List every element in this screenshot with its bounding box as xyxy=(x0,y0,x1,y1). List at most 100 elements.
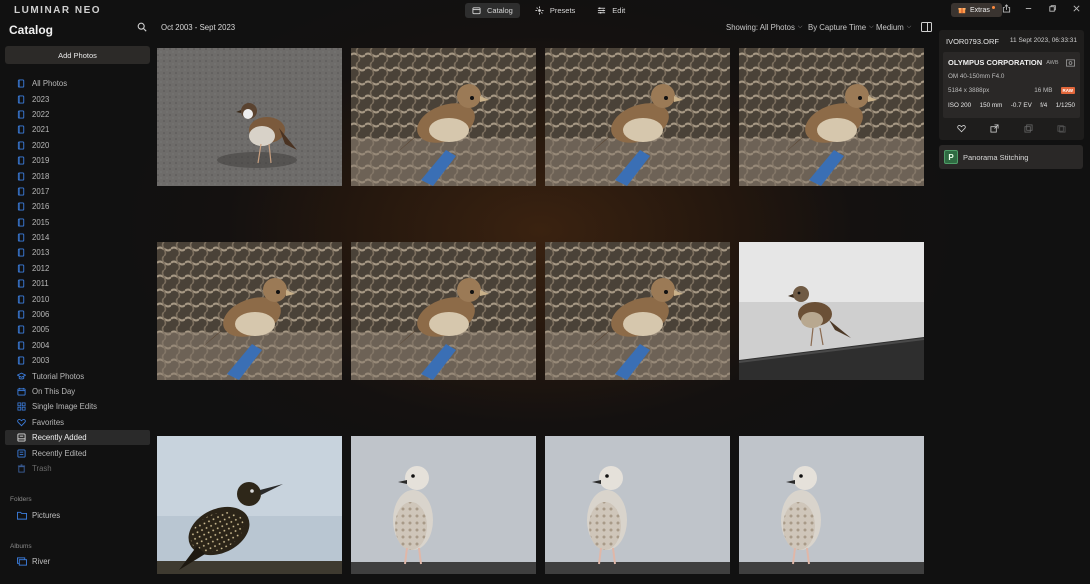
sidebar-item-on-this-day[interactable]: On This Day xyxy=(5,384,150,399)
search-icon[interactable] xyxy=(137,22,147,32)
sidebar-item-2015[interactable]: 2015 xyxy=(5,215,150,230)
info-dimensions: 5184 x 3888px xyxy=(948,87,990,94)
sidebar-item-label: 2011 xyxy=(32,279,49,289)
stack-icon[interactable] xyxy=(1057,124,1066,133)
year-folder-icon xyxy=(17,295,25,304)
close-icon[interactable] xyxy=(1072,4,1081,15)
sidebar-item-2021[interactable]: 2021 xyxy=(5,122,150,137)
sidebar-item-tutorial-photos[interactable]: Tutorial Photos xyxy=(5,368,150,383)
sidebar-item-label: 2014 xyxy=(32,233,50,243)
sidebar-item-label: 2005 xyxy=(32,325,50,335)
sidebar-item-label: Recently Edited xyxy=(32,448,87,458)
add-photos-button[interactable]: Add Photos xyxy=(5,46,150,64)
sort-label: By Capture Time xyxy=(808,23,867,32)
sidebar-item-2018[interactable]: 2018 xyxy=(5,168,150,183)
extras-button[interactable]: Extras xyxy=(951,3,1002,17)
year-folder-icon xyxy=(17,233,25,242)
sidebar-item-2012[interactable]: 2012 xyxy=(5,261,150,276)
sidebar-album-label: River xyxy=(32,557,51,566)
sidebar-item-2019[interactable]: 2019 xyxy=(5,153,150,168)
extension-panorama-stitching[interactable]: P Panorama Stitching xyxy=(939,145,1083,169)
year-folder-icon xyxy=(17,156,25,165)
chevron-down-icon: ⌵ xyxy=(869,24,874,30)
share-icon[interactable] xyxy=(1002,4,1011,15)
duplicate-icon[interactable] xyxy=(1024,124,1033,133)
sidebar-item-single-image-edits[interactable]: Single Image Edits xyxy=(5,399,150,414)
sidebar-item-2004[interactable]: 2004 xyxy=(5,338,150,353)
share-export-icon[interactable] xyxy=(990,124,999,133)
sort-dropdown[interactable]: By Capture Time ⌵ xyxy=(808,23,874,32)
sidebar-item-2003[interactable]: 2003 xyxy=(5,353,150,368)
year-folder-icon xyxy=(17,202,25,211)
sidebar-item-2005[interactable]: 2005 xyxy=(5,322,150,337)
sidebar-item-2014[interactable]: 2014 xyxy=(5,230,150,245)
presets-icon xyxy=(535,6,544,15)
app-logo: LUMINAR NEO xyxy=(14,5,102,16)
year-folder-icon xyxy=(17,125,25,134)
photo-sparrow-nets xyxy=(545,242,730,380)
sidebar-item-label: 2016 xyxy=(32,202,50,212)
sidebar-item-2010[interactable]: 2010 xyxy=(5,291,150,306)
sidebar-item-2023[interactable]: 2023 xyxy=(5,91,150,106)
edit-icon xyxy=(598,7,606,14)
sidebar-item-2006[interactable]: 2006 xyxy=(5,307,150,322)
photo-thumbnail[interactable] xyxy=(351,242,536,380)
toggle-side-panel-icon[interactable] xyxy=(921,22,932,32)
photo-gull xyxy=(351,436,536,574)
sidebar-item-label: 2022 xyxy=(32,109,50,119)
info-awb: AWB xyxy=(1046,59,1059,66)
sidebar-item-2022[interactable]: 2022 xyxy=(5,107,150,122)
photo-sparrow-nets xyxy=(351,242,536,380)
tab-edit[interactable]: Edit xyxy=(590,3,632,18)
tab-presets[interactable]: Presets xyxy=(528,3,582,18)
sidebar-item-label: 2019 xyxy=(32,156,50,166)
sidebar-item-label: Favorites xyxy=(32,417,65,427)
photo-gull xyxy=(545,436,730,574)
sidebar-item-2011[interactable]: 2011 xyxy=(5,276,150,291)
year-folder-icon xyxy=(17,356,25,365)
sidebar-item-all-photos[interactable]: All Photos xyxy=(5,76,150,91)
sidebar-nav: All Photos 2023 2022 2021 2020 2019 2018 2017 20… xyxy=(5,76,150,476)
thumbnail-size-dropdown[interactable]: Medium ⌵ xyxy=(876,23,911,32)
sidebar-item-recently-edited[interactable]: Recently Edited xyxy=(5,445,150,460)
restore-icon[interactable] xyxy=(1048,4,1057,15)
sidebar-item-recently-added[interactable]: Recently Added xyxy=(5,429,150,446)
sidebar-item-label: Tutorial Photos xyxy=(32,371,85,381)
sidebar-item-label: 2020 xyxy=(32,140,50,150)
sidebar-item-2016[interactable]: 2016 xyxy=(5,199,150,214)
date-range: Oct 2003 - Sept 2023 xyxy=(161,23,236,32)
photo-sparrow-nets xyxy=(545,48,730,186)
photo-thumbnail[interactable] xyxy=(739,436,924,574)
photo-thumbnail[interactable] xyxy=(157,436,342,574)
sidebar-item-trash[interactable]: Trash xyxy=(5,461,150,476)
favorite-heart-icon[interactable] xyxy=(957,124,966,133)
photo-thumbnail[interactable] xyxy=(351,436,536,574)
photo-thumbnail[interactable] xyxy=(157,242,342,380)
year-folder-icon xyxy=(17,141,25,150)
photo-thumbnail[interactable] xyxy=(545,436,730,574)
photo-thumbnail[interactable] xyxy=(545,48,730,186)
photo-thumbnail[interactable] xyxy=(545,242,730,380)
sidebar-item-2020[interactable]: 2020 xyxy=(5,138,150,153)
panorama-extension-icon: P xyxy=(944,150,958,164)
minimize-icon[interactable] xyxy=(1024,4,1033,15)
photo-thumbnail[interactable] xyxy=(739,48,924,186)
tab-catalog[interactable]: Catalog xyxy=(465,3,520,18)
showing-filter-dropdown[interactable]: Showing: All Photos ⌵ xyxy=(726,23,802,32)
photo-starling xyxy=(157,436,342,574)
info-filesize: 16 MB xyxy=(1034,87,1053,94)
photo-thumbnail[interactable] xyxy=(157,48,342,186)
info-lens: OM 40-150mm F4.0 xyxy=(948,73,1005,80)
tab-edit-label: Edit xyxy=(612,6,626,15)
sidebar-item-label: All Photos xyxy=(32,79,68,89)
year-folder-icon xyxy=(17,218,25,227)
photo-thumbnail[interactable] xyxy=(739,242,924,380)
year-folder-icon xyxy=(17,187,25,196)
sidebar-item-2017[interactable]: 2017 xyxy=(5,184,150,199)
sidebar-item-2013[interactable]: 2013 xyxy=(5,245,150,260)
info-aperture: f/4 xyxy=(1040,102,1048,109)
sidebar-folder-pictures[interactable]: Pictures xyxy=(17,511,60,520)
photo-thumbnail[interactable] xyxy=(351,48,536,186)
sidebar-item-favorites[interactable]: Favorites xyxy=(5,415,150,430)
sidebar-album-river[interactable]: River xyxy=(17,557,50,566)
